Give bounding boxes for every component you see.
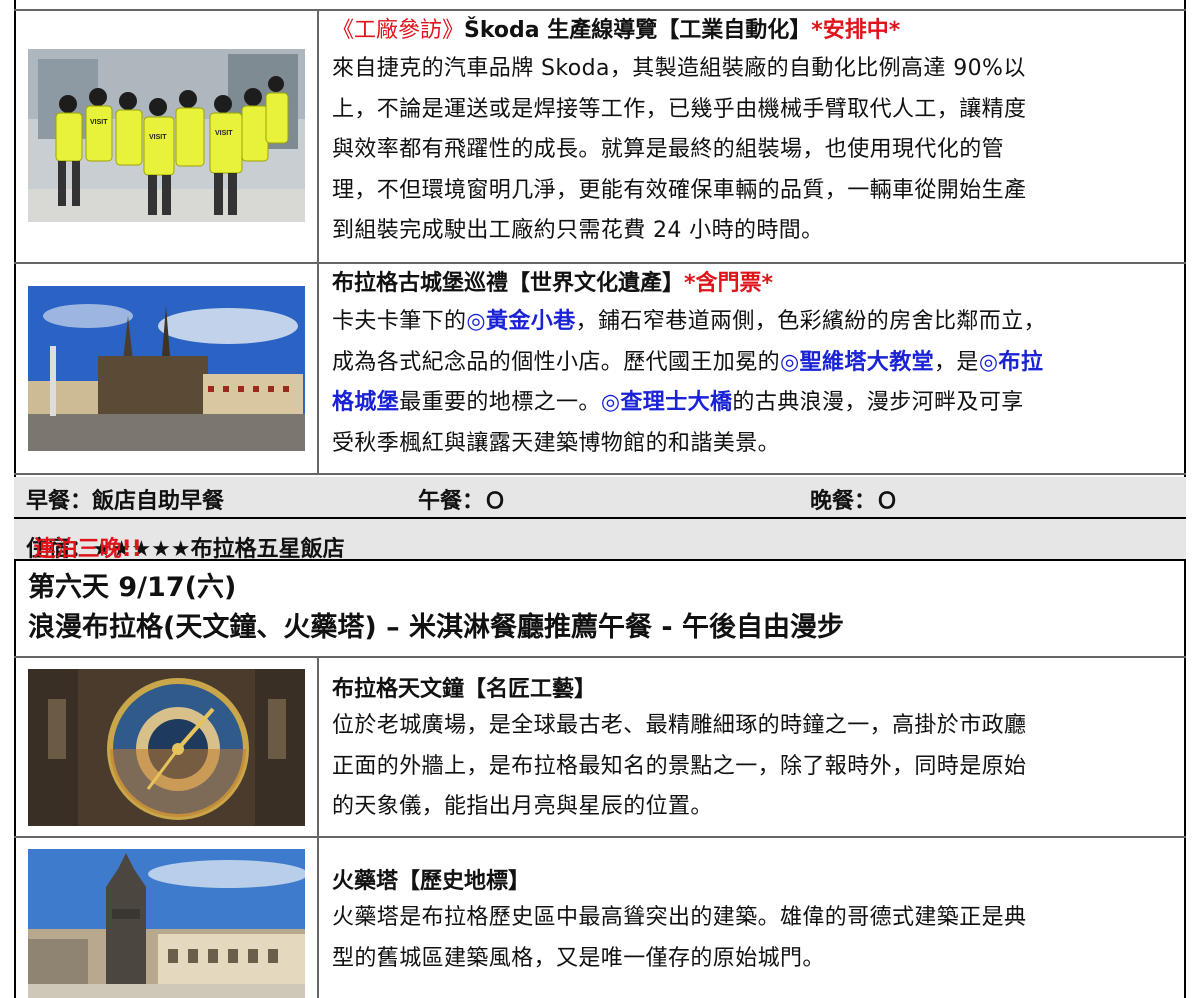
attraction-description: 卡夫卡筆下的◎黃金小巷，鋪石窄巷道兩側，色彩繽紛的房舍比鄰而立， 成為各式紀念品… (332, 309, 1047, 456)
skoda-factory-photo: VISIT VISIT VISIT (28, 49, 305, 222)
attraction-row-astronomical-clock: 布拉格天文鐘【名匠工藝】 位於老城廣場，是全球最古老、最精雕細琢的時鐘之一，高掛… (14, 658, 1186, 838)
attraction-text: 布拉格天文鐘【名匠工藝】 位於老城廣場，是全球最古老、最精雕細琢的時鐘之一，高掛… (332, 658, 1176, 828)
lunch-info: 午餐：Ｏ (418, 489, 507, 514)
st-vitus-link: ◎聖維塔大教堂 (780, 349, 935, 375)
attraction-title: 布拉格古城堡巡禮【世界文化遺產】*含門票* (332, 271, 774, 296)
attraction-title: 布拉格天文鐘【名匠工藝】 (332, 677, 597, 702)
powder-tower-photo (28, 849, 305, 998)
meals-row: 早餐：飯店自助早餐 午餐：Ｏ 晚餐：Ｏ (14, 477, 1186, 519)
attraction-text: 火藥塔【歷史地標】 火藥塔是布拉格歷史區中最高聳突出的建築。雄偉的哥德式建築正是… (332, 838, 1176, 979)
photo-cell (14, 838, 319, 998)
prague-castle-photo (28, 286, 305, 451)
breakfast-info: 早餐：飯店自助早餐 (26, 489, 225, 514)
attraction-description: 位於老城廣場，是全球最古老、最精雕細琢的時鐘之一，高掛於市政廳 正面的外牆上，是… (332, 713, 1027, 819)
svg-text:VISIT: VISIT (215, 130, 233, 137)
golden-lane-link: ◎黃金小巷 (466, 309, 576, 334)
prague-castle-link: ◎布拉 (978, 349, 1044, 375)
svg-text:VISIT: VISIT (149, 134, 167, 141)
attraction-title: 《工廠參訪》Škoda 生產線導覽【工業自動化】*安排中* (332, 18, 901, 43)
photo-cell: VISIT VISIT VISIT (14, 11, 319, 262)
attraction-row-prague-castle: 布拉格古城堡巡禮【世界文化遺產】*含門票* 卡夫卡筆下的◎黃金小巷，鋪石窄巷道兩… (14, 264, 1186, 475)
lodging-row: 住宿：★★★★★布拉格五星飯店 連泊三晚!! (14, 519, 1186, 562)
attraction-text: 布拉格古城堡巡禮【世界文化遺產】*含門票* 卡夫卡筆下的◎黃金小巷，鋪石窄巷道兩… (332, 264, 1176, 464)
photo-cell (14, 264, 319, 473)
attraction-description: 來自捷克的汽車品牌 Skoda，其製造組裝廠的自動化比例高達 90%以 上，不論… (332, 56, 1027, 243)
attraction-row-powder-tower: 火藥塔【歷史地標】 火藥塔是布拉格歷史區中最高聳突出的建築。雄偉的哥德式建築正是… (14, 838, 1186, 998)
day-route-title: 浪漫布拉格(天文鐘、火藥塔) – 米淇淋餐廳推薦午餐 - 午後自由漫步 (28, 612, 844, 643)
prague-castle-link-cont: 格城堡 (332, 390, 400, 415)
photo-cell (14, 658, 319, 836)
svg-text:VISIT: VISIT (90, 119, 108, 126)
dinner-info: 晚餐：Ｏ (810, 489, 899, 514)
charles-bridge-link: ◎查理士大橋 (600, 390, 733, 415)
lodging-info: 住宿：★★★★★布拉格五星飯店 連泊三晚!! (26, 537, 345, 562)
attraction-row-skoda: VISIT VISIT VISIT 《工廠參訪》Škoda 生產線導覽【工業自動… (14, 11, 1186, 264)
attraction-title: 火藥塔【歷史地標】 (332, 869, 531, 894)
attraction-text: 《工廠參訪》Škoda 生產線導覽【工業自動化】*安排中* 來自捷克的汽車品牌 … (332, 11, 1176, 252)
day-heading: 第六天 9/17(六) (28, 572, 237, 603)
astronomical-clock-photo (28, 669, 305, 826)
attraction-description: 火藥塔是布拉格歷史區中最高聳突出的建築。雄偉的哥德式建築正是典 型的舊城區建築風… (332, 905, 1027, 971)
